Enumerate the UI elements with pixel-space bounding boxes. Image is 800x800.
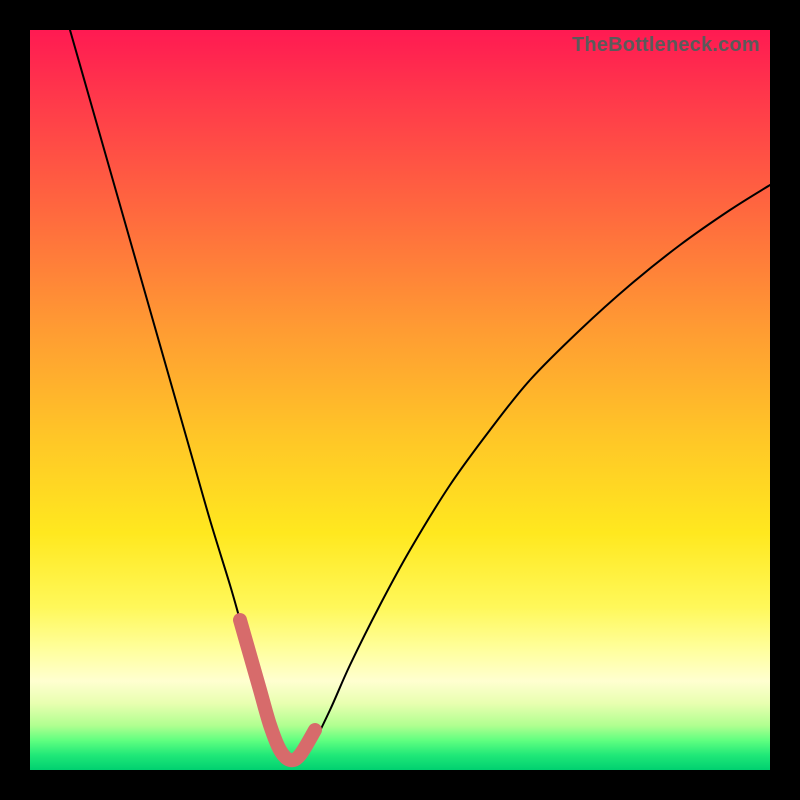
chart-svg: [30, 30, 770, 770]
bottleneck-curve: [70, 30, 770, 761]
plot-area: TheBottleneck.com: [30, 30, 770, 770]
highlight-segment: [240, 620, 315, 760]
